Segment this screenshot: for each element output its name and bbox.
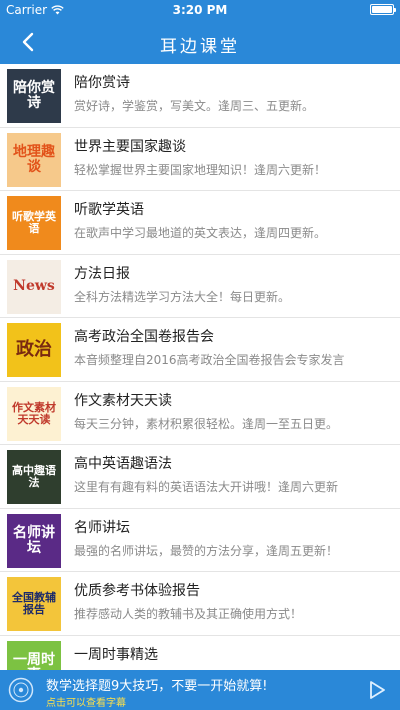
thumbnail-text: 听歌学英语 <box>12 210 56 235</box>
course-description: 轻松掌握世界主要国家地理知识！逢周六更新！ <box>74 162 327 177</box>
course-thumbnail: 地理趣谈 <box>7 132 61 187</box>
course-description: 最强的名师讲坛，最赞的方法分享，逢周五更新！ <box>74 543 339 558</box>
status-bar: Carrier 3:20 PM <box>0 0 400 20</box>
course-thumbnail: 全国教辅报告 <box>7 577 61 631</box>
course-title: 方法日报 <box>74 265 130 282</box>
page-title: 耳边课堂 <box>160 37 240 57</box>
thumbnail-text: 作文素材天天读 <box>12 400 56 426</box>
course-title: 一周时事精选 <box>74 646 158 663</box>
status-time: 3:20 PM <box>172 3 228 17</box>
course-description: 这里有有趣有料的英语语法大开讲哦！逢周六更新 <box>74 480 339 494</box>
thumbnail-text: 地理趣谈 <box>13 143 55 175</box>
course-thumbnail: 作文素材天天读 <box>7 386 61 441</box>
thumbnail-text: 全国教辅报告 <box>12 591 56 616</box>
course-row[interactable]: 听歌学英语 听歌学英语 在歌声中学习最地道的英文表达，逢周四更新。 <box>0 191 400 255</box>
course-description: 赏好诗，学鉴赏，写美文。逢周三、五更新。 <box>74 99 315 113</box>
nav-bar: 耳边课堂 <box>0 20 400 64</box>
course-thumbnail: 高中趣语法 <box>7 450 61 504</box>
course-row[interactable]: 作文素材天天读 作文素材天天读每天三分钟，素材积累很轻松。逢周一至五日更。 <box>0 382 400 445</box>
thumbnail-text: 高中趣语法 <box>12 464 56 489</box>
thumbnail-text: 政治 <box>16 338 52 360</box>
now-playing-title[interactable]: 数学选择题9大技巧，不要一开始就算! <box>46 675 267 694</box>
course-title: 名师讲坛 <box>74 519 130 536</box>
course-row[interactable]: 一周时事 一周时事精选 <box>0 636 400 670</box>
course-thumbnail: 陪你赏诗 <box>7 69 61 123</box>
course-thumbnail: 政治 <box>7 323 61 377</box>
course-title: 世界主要国家趣谈 <box>74 138 186 155</box>
play-icon[interactable] <box>366 679 388 701</box>
subtitle-hint[interactable]: 点击可以查看字幕 <box>46 694 126 709</box>
course-row[interactable]: 陪你赏诗 陪你赏诗赏好诗，学鉴赏，写美文。逢周三、五更新。 <box>0 64 400 128</box>
course-list[interactable]: 陪你赏诗 陪你赏诗赏好诗，学鉴赏，写美文。逢周三、五更新。地理趣谈 世界主要国家趣谈… <box>0 64 400 670</box>
course-row[interactable]: 全国教辅报告 优质参考书体验报告推荐感动人类的教辅书及其正确使用方式！ <box>0 572 400 636</box>
course-row[interactable]: 高中趣语法 高中英语趣语法这里有有趣有料的英语语法大开讲哦！逢周六更新 <box>0 445 400 509</box>
course-description: 本音频整理自2016高考政治全国卷报告会专家发言 <box>74 353 345 367</box>
course-row[interactable]: 政治 高考政治全国卷报告会本音频整理自2016高考政治全国卷报告会专家发言 <box>0 318 400 382</box>
thumbnail-text: 名师讲坛 <box>13 524 55 556</box>
course-title: 优质参考书体验报告 <box>74 583 200 599</box>
course-title: 陪你赏诗 <box>74 75 130 91</box>
player-bar[interactable]: 数学选择题9大技巧，不要一开始就算! 点击可以查看字幕 <box>0 670 400 710</box>
course-thumbnail: 一周时事 <box>7 640 61 670</box>
course-thumbnail: News <box>7 259 61 314</box>
thumbnail-text: 一周时事 <box>13 651 55 670</box>
course-title: 听歌学英语 <box>74 202 144 218</box>
disc-icon[interactable] <box>8 677 34 703</box>
course-description: 全科方法精选学习方法大全！每日更新。 <box>74 289 291 304</box>
thumbnail-text: News <box>13 278 55 295</box>
course-row[interactable]: News 方法日报全科方法精选学习方法大全！每日更新。 <box>0 255 400 318</box>
battery-icon <box>370 4 396 15</box>
course-description: 在歌声中学习最地道的英文表达，逢周四更新。 <box>74 226 327 240</box>
course-description: 每天三分钟，素材积累很轻松。逢周一至五日更。 <box>74 416 339 431</box>
course-title: 作文素材天天读 <box>74 392 172 409</box>
course-title: 高中英语趣语法 <box>74 456 172 472</box>
course-row[interactable]: 名师讲坛 名师讲坛最强的名师讲坛，最赞的方法分享，逢周五更新！ <box>0 509 400 572</box>
course-description: 推荐感动人类的教辅书及其正确使用方式！ <box>74 607 303 621</box>
course-row[interactable]: 地理趣谈 世界主要国家趣谈轻松掌握世界主要国家地理知识！逢周六更新！ <box>0 128 400 191</box>
thumbnail-text: 陪你赏诗 <box>13 80 55 111</box>
course-title: 高考政治全国卷报告会 <box>74 329 214 345</box>
course-thumbnail: 名师讲坛 <box>7 513 61 568</box>
course-thumbnail: 听歌学英语 <box>7 196 61 250</box>
